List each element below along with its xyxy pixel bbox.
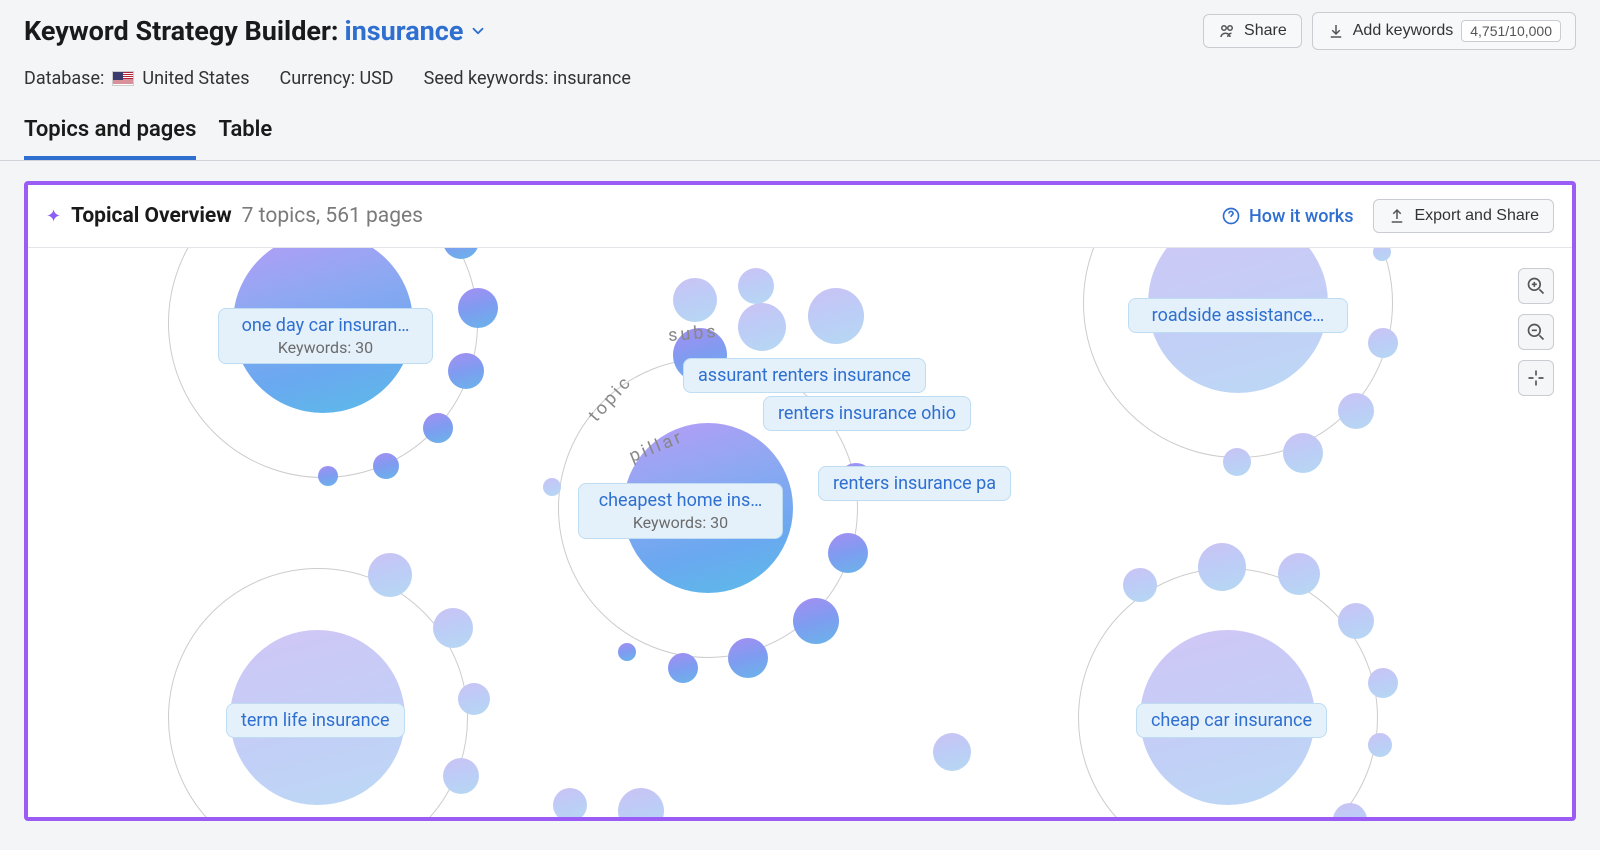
annotation-topic: topic bbox=[584, 371, 636, 426]
chevron-down-icon bbox=[469, 22, 487, 40]
cluster-bottom-left[interactable]: term life insurance bbox=[226, 703, 405, 738]
cluster-label: cheap car insurance bbox=[1151, 710, 1312, 731]
sub-ohio[interactable]: renters insurance ohio bbox=[763, 396, 971, 431]
cluster-canvas[interactable]: one day car insuran… Keywords: 30 cheape… bbox=[28, 248, 1572, 821]
us-flag-icon bbox=[112, 71, 134, 86]
share-icon bbox=[1218, 22, 1236, 40]
meta-database: Database: United States bbox=[24, 68, 250, 89]
zoom-in-button[interactable] bbox=[1518, 268, 1554, 304]
cluster-label: cheapest home ins… bbox=[599, 490, 763, 511]
tab-table[interactable]: Table bbox=[218, 117, 272, 160]
cluster-label: assurant renters insurance bbox=[698, 365, 911, 386]
keyword-dropdown[interactable]: insurance bbox=[344, 15, 487, 47]
download-icon bbox=[1327, 22, 1345, 40]
cluster-label: renters insurance pa bbox=[833, 473, 996, 494]
cluster-bottom-right[interactable]: cheap car insurance bbox=[1136, 703, 1327, 738]
meta-seed: Seed keywords: insurance bbox=[424, 68, 631, 89]
panel-title: Topical Overview bbox=[71, 204, 232, 228]
fit-button[interactable] bbox=[1518, 360, 1554, 396]
cluster-sub: Keywords: 30 bbox=[233, 338, 418, 357]
meta-currency: Currency: USD bbox=[280, 68, 394, 89]
cluster-top-left[interactable]: one day car insuran… Keywords: 30 bbox=[218, 308, 433, 364]
panel-summary: 7 topics, 561 pages bbox=[242, 204, 423, 228]
share-label: Share bbox=[1244, 22, 1287, 40]
cluster-sub: Keywords: 30 bbox=[593, 513, 768, 532]
crosshair-icon bbox=[1526, 368, 1546, 388]
cluster-label: renters insurance ohio bbox=[778, 403, 956, 424]
upload-icon bbox=[1388, 207, 1406, 225]
share-button[interactable]: Share bbox=[1203, 14, 1302, 48]
cluster-label: term life insurance bbox=[241, 710, 390, 731]
sub-assurant[interactable]: assurant renters insurance bbox=[683, 358, 926, 393]
zoom-out-button[interactable] bbox=[1518, 314, 1554, 350]
meta-row: Database: United States Currency: USD Se… bbox=[24, 50, 1576, 89]
add-keywords-button[interactable]: Add keywords 4,751/10,000 bbox=[1312, 12, 1576, 50]
page-title: Keyword Strategy Builder: bbox=[24, 15, 338, 47]
how-it-works-link[interactable]: How it works bbox=[1221, 206, 1353, 227]
meta-database-value: United States bbox=[142, 68, 249, 89]
cluster-center[interactable]: cheapest home ins… Keywords: 30 bbox=[578, 483, 783, 539]
keyword-dropdown-label: insurance bbox=[344, 15, 463, 47]
sparkle-icon: ✦ bbox=[46, 206, 61, 227]
sub-pa[interactable]: renters insurance pa bbox=[818, 466, 1011, 501]
keyword-count-badge: 4,751/10,000 bbox=[1461, 20, 1561, 42]
add-keywords-label: Add keywords bbox=[1353, 22, 1454, 40]
annotation-subs: subs bbox=[667, 321, 719, 346]
topical-overview-panel: ✦ Topical Overview 7 topics, 561 pages H… bbox=[24, 181, 1576, 821]
cluster-top-right[interactable]: roadside assistance… bbox=[1128, 298, 1348, 333]
how-it-works-label: How it works bbox=[1249, 206, 1353, 227]
tabs: Topics and pages Table bbox=[0, 89, 1600, 161]
cluster-label: roadside assistance… bbox=[1152, 305, 1325, 326]
zoom-out-icon bbox=[1526, 322, 1546, 342]
export-share-label: Export and Share bbox=[1414, 207, 1539, 225]
zoom-in-icon bbox=[1526, 276, 1546, 296]
meta-database-label: Database: bbox=[24, 68, 104, 89]
cluster-label: one day car insuran… bbox=[242, 315, 410, 336]
help-icon bbox=[1221, 206, 1241, 226]
tab-topics-and-pages[interactable]: Topics and pages bbox=[24, 117, 196, 160]
export-share-button[interactable]: Export and Share bbox=[1373, 199, 1554, 233]
